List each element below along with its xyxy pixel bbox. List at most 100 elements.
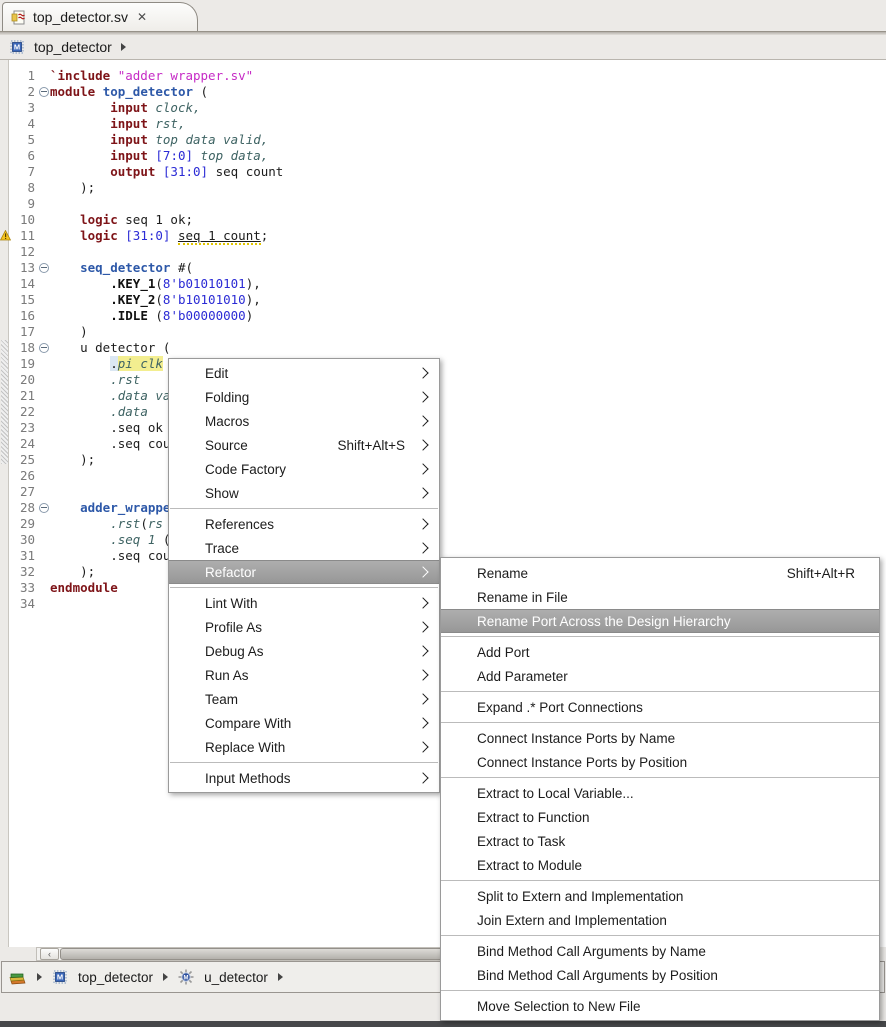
code-text[interactable]: seq_detector #( (50, 260, 193, 276)
menu-item-connect-instance-ports-by-name[interactable]: Connect Instance Ports by Name (441, 726, 879, 750)
code-line-6[interactable]: 6 input [7:0] top data, (9, 148, 283, 164)
code-line-15[interactable]: 15 .KEY_2(8'b10101010), (9, 292, 283, 308)
code-line-9[interactable]: 9 (9, 196, 283, 212)
tab-close-icon[interactable]: ✕ (137, 10, 147, 24)
menu-item-bind-method-call-arguments-by-position[interactable]: Bind Method Call Arguments by Position (441, 963, 879, 987)
code-line-2[interactable]: 2module top_detector ( (9, 84, 283, 100)
menu-item-extract-to-module[interactable]: Extract to Module (441, 853, 879, 877)
menu-item-bind-method-call-arguments-by-name[interactable]: Bind Method Call Arguments by Name (441, 939, 879, 963)
code-text[interactable]: input rst, (50, 116, 186, 132)
breadcrumb-arrow-icon[interactable] (37, 973, 42, 981)
menu-item-edit[interactable]: Edit (169, 361, 439, 385)
menu-item-team[interactable]: Team (169, 687, 439, 711)
code-text[interactable]: u detector ( (50, 340, 170, 356)
code-text[interactable]: .KEY_1(8'b01010101), (50, 276, 261, 292)
scroll-left-button[interactable]: ‹ (40, 948, 59, 960)
menu-item-expand-port-connections[interactable]: Expand .* Port Connections (441, 695, 879, 719)
code-text[interactable]: .seq ok (50, 420, 163, 436)
menu-item-macros[interactable]: Macros (169, 409, 439, 433)
token-pl (155, 164, 163, 179)
code-line-12[interactable]: 12 (9, 244, 283, 260)
code-text[interactable]: input top data valid, (50, 132, 268, 148)
menu-item-compare-with[interactable]: Compare With (169, 711, 439, 735)
menu-item-profile-as[interactable]: Profile As (169, 615, 439, 639)
code-text[interactable]: .rst(rs (50, 516, 163, 532)
code-text[interactable]: .seq cou (50, 548, 170, 564)
menu-item-input-methods[interactable]: Input Methods (169, 766, 439, 790)
menu-item-refactor[interactable]: Refactor (169, 560, 439, 584)
menu-item-extract-to-function[interactable]: Extract to Function (441, 805, 879, 829)
menu-item-code-factory[interactable]: Code Factory (169, 457, 439, 481)
code-text[interactable]: .IDLE (8'b00000000) (50, 308, 253, 324)
breadcrumb-instance[interactable]: u_detector (204, 970, 268, 985)
code-text[interactable]: input clock, (50, 100, 201, 116)
code-line-17[interactable]: 17 ) (9, 324, 283, 340)
code-line-8[interactable]: 8 ); (9, 180, 283, 196)
code-text[interactable]: ) (50, 324, 88, 340)
code-text[interactable]: .KEY_2(8'b10101010), (50, 292, 261, 308)
collapse-icon[interactable] (39, 503, 49, 513)
code-line-18[interactable]: 18 u detector ( (9, 340, 283, 356)
code-line-5[interactable]: 5 input top data valid, (9, 132, 283, 148)
code-text[interactable]: ); (50, 180, 95, 196)
code-text[interactable]: .seq 1 ( (50, 532, 170, 548)
menu-item-source[interactable]: SourceShift+Alt+S (169, 433, 439, 457)
menu-item-rename-in-file[interactable]: Rename in File (441, 585, 879, 609)
menu-item-folding[interactable]: Folding (169, 385, 439, 409)
token-port: clock, (148, 100, 201, 115)
menu-item-run-as[interactable]: Run As (169, 663, 439, 687)
menu-item-join-extern-and-implementation[interactable]: Join Extern and Implementation (441, 908, 879, 932)
menu-item-move-selection-to-new-file[interactable]: Move Selection to New File (441, 994, 879, 1018)
code-line-16[interactable]: 16 .IDLE (8'b00000000) (9, 308, 283, 324)
code-line-3[interactable]: 3 input clock, (9, 100, 283, 116)
collapse-icon[interactable] (39, 87, 49, 97)
breadcrumb-arrow-icon[interactable] (121, 43, 126, 51)
code-line-10[interactable]: 10 logic seq 1 ok; (9, 212, 283, 228)
code-line-1[interactable]: 1`include "adder wrapper.sv" (9, 68, 283, 84)
code-text[interactable]: .data va (50, 388, 170, 404)
code-line-4[interactable]: 4 input rst, (9, 116, 283, 132)
collapse-icon[interactable] (39, 263, 49, 273)
code-text[interactable]: input [7:0] top data, (50, 148, 268, 164)
code-text[interactable]: module top_detector ( (50, 84, 208, 100)
menu-item-split-to-extern-and-implementation[interactable]: Split to Extern and Implementation (441, 884, 879, 908)
code-text[interactable]: ); (50, 564, 95, 580)
menu-item-lint-with[interactable]: Lint With (169, 591, 439, 615)
code-text[interactable]: endmodule (50, 580, 118, 596)
collapse-icon[interactable] (39, 343, 49, 353)
menu-item-show[interactable]: Show (169, 481, 439, 505)
code-text[interactable]: .pi clk (50, 356, 163, 372)
menu-item-rename[interactable]: RenameShift+Alt+R (441, 561, 879, 585)
menu-item-add-parameter[interactable]: Add Parameter (441, 664, 879, 688)
code-text[interactable]: .data (50, 404, 148, 420)
code-line-13[interactable]: 13 seq_detector #( (9, 260, 283, 276)
menu-item-debug-as[interactable]: Debug As (169, 639, 439, 663)
code-line-11[interactable]: 11 logic [31:0] seq 1 count; (9, 228, 283, 244)
breadcrumb-arrow-icon[interactable] (278, 973, 283, 981)
menu-item-connect-instance-ports-by-position[interactable]: Connect Instance Ports by Position (441, 750, 879, 774)
code-text[interactable]: .rst (50, 372, 140, 388)
code-line-7[interactable]: 7 output [31:0] seq count (9, 164, 283, 180)
menu-item-add-port[interactable]: Add Port (441, 640, 879, 664)
breadcrumb-arrow-icon[interactable] (163, 973, 168, 981)
menu-item-trace[interactable]: Trace (169, 536, 439, 560)
menu-item-extract-to-task[interactable]: Extract to Task (441, 829, 879, 853)
editor-tab[interactable]: top_detector.sv ✕ (2, 2, 198, 31)
code-line-14[interactable]: 14 .KEY_1(8'b01010101), (9, 276, 283, 292)
menu-item-extract-to-local-variable[interactable]: Extract to Local Variable... (441, 781, 879, 805)
code-text[interactable]: ); (50, 452, 95, 468)
code-text[interactable]: output [31:0] seq count (50, 164, 283, 180)
breadcrumb-module[interactable]: top_detector (78, 970, 153, 985)
breadcrumb-module[interactable]: top_detector (34, 39, 112, 55)
annotation-ruler[interactable] (0, 60, 9, 947)
code-text[interactable]: logic seq 1 ok; (50, 212, 193, 228)
menu-item-references[interactable]: References (169, 512, 439, 536)
code-text[interactable]: .seq cou (50, 436, 170, 452)
menu-item-rename-port-across-the-design-hierarchy[interactable]: Rename Port Across the Design Hierarchy (441, 609, 879, 633)
library-books-icon[interactable] (9, 970, 27, 985)
code-text[interactable]: adder_wrappe (50, 500, 170, 516)
code-text[interactable]: logic [31:0] seq 1 count; (50, 228, 268, 244)
submenu-chevron-icon (417, 621, 428, 632)
code-text[interactable]: `include "adder wrapper.sv" (50, 68, 253, 84)
menu-item-replace-with[interactable]: Replace With (169, 735, 439, 759)
